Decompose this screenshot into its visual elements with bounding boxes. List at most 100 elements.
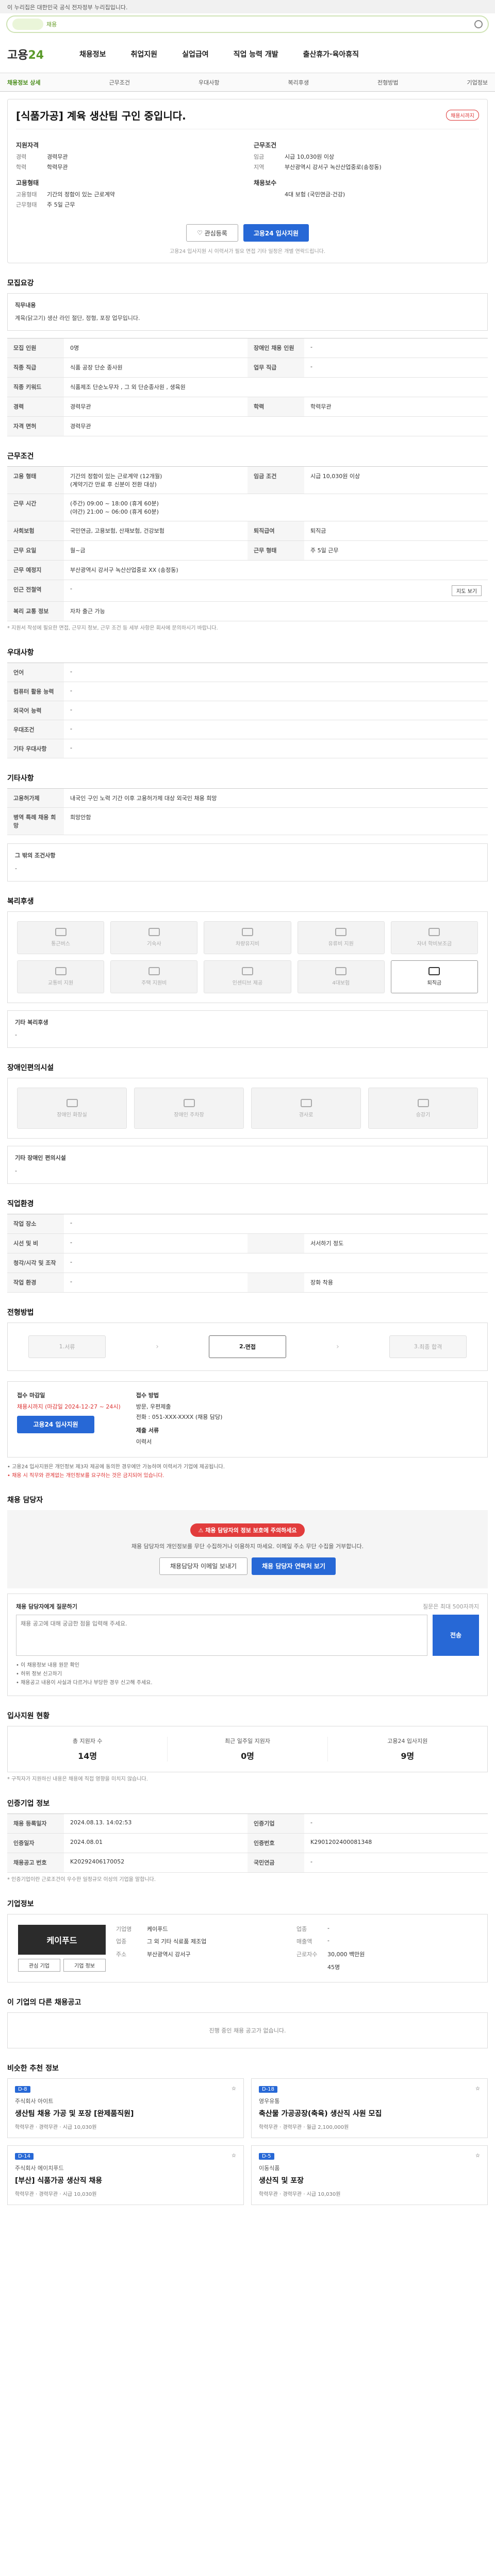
show-contact-button[interactable]: 채용 담당자 연락처 보기: [252, 1557, 336, 1575]
company-info-button[interactable]: 기업 정보: [63, 1958, 106, 1972]
main-nav: 채용정보 취업지원 실업급여 직업 능력 개발 출산휴가·육아휴직: [79, 49, 359, 59]
summary-key: 경력: [16, 154, 27, 160]
summary-key: 학력: [16, 164, 27, 171]
table-cell: 시선 및 비: [7, 1233, 64, 1253]
table-cell: 직종 직급: [7, 358, 64, 378]
search-icon[interactable]: [474, 20, 483, 28]
company-info-cell: -: [327, 1937, 329, 1944]
nav-item[interactable]: 출산휴가·육아휴직: [303, 49, 359, 59]
table-cell: 국민연금: [248, 1853, 304, 1873]
step-label: 최종 합격: [419, 1343, 442, 1350]
recommend-card[interactable]: D-5 ☆ 이동식품 생산직 및 포장 학력무관 · 경력무관 · 시급 10,030원: [251, 2145, 488, 2205]
tab-item[interactable]: 채용정보 상세: [7, 78, 41, 87]
job-card-title[interactable]: 축산물 가공공장(축육) 생산직 사원 모집: [259, 2108, 480, 2119]
docs-label: 제출 서류: [136, 1427, 159, 1434]
disability-item: 경사로: [251, 1088, 361, 1129]
selection-step: 1. 서류: [28, 1335, 106, 1358]
summary-value: 학력무관: [47, 164, 68, 171]
recommend-card[interactable]: D-18 ☆ 영우유통 축산물 가공공장(축육) 생산직 사원 모집 학력무관 · 경력…: [251, 2078, 488, 2138]
table-cell: K20292406170052: [64, 1853, 248, 1873]
recommend-card[interactable]: D-14 ☆ 주식회사 에이치푸드 [부산] 식품가공 생산직 채용 학력무관 · 경력…: [7, 2145, 244, 2205]
qa-input[interactable]: [16, 1614, 427, 1656]
star-icon[interactable]: ☆: [232, 2086, 236, 2093]
star-icon[interactable]: ☆: [475, 2086, 480, 2093]
apply-note: 고용24 입사지원 시 이력서가 필요 면접 기타 일정은 개별 연락드립니다.: [169, 249, 326, 255]
summary-value: 경력무관: [47, 154, 68, 160]
nav-item[interactable]: 취업지원: [131, 49, 158, 59]
apply-info: 접수 마감일 채용시까지 (마감일 2024-12-27 ~ 24시) 고용24…: [7, 1381, 488, 1458]
job-card-title[interactable]: 생산직 및 포장: [259, 2175, 480, 2185]
disability-label: 승강기: [416, 1112, 431, 1118]
apply-button[interactable]: 고용24 입사지원: [243, 224, 309, 242]
stat-title: 총 지원자 수: [72, 1737, 103, 1744]
welfare-item: 4대보험: [297, 960, 385, 993]
welfare-item: 기숙사: [110, 921, 198, 954]
table-cell: -: [304, 338, 488, 359]
star-icon[interactable]: ☆: [475, 2153, 480, 2160]
step-number: 2.: [239, 1343, 245, 1350]
email-contact-button[interactable]: 채용담당자 이메일 보내기: [159, 1557, 248, 1575]
job-summary-card: [식품가공] 계육 생산팀 구인 중입니다. 채용시까지 지원자격 경력 경력무관 학…: [7, 99, 488, 263]
step-label: 서류: [64, 1343, 75, 1350]
method-value: 방문, 우편제출: [136, 1403, 171, 1410]
star-icon[interactable]: ☆: [232, 2153, 236, 2160]
disability-item: 장애인 화장실: [17, 1088, 127, 1129]
table-cell: 인근 전철역: [7, 580, 64, 602]
job-card-title[interactable]: 생산팀 채용 가공 및 포장 [완제품직원]: [15, 2108, 236, 2119]
disability-icon: [66, 1098, 78, 1107]
selection-step: 2. 면접: [208, 1335, 286, 1358]
table-key: 고용허가제: [7, 789, 64, 808]
table-cell: 서서하기 정도: [304, 1234, 488, 1253]
dday-badge: D-5: [259, 2153, 274, 2160]
table-cell: 식품제조 단순노무자 , 그 외 단순종사원 , 생육원: [64, 378, 488, 398]
qa-send-button[interactable]: 전송: [433, 1614, 479, 1656]
deadline-badge: 채용시까지: [446, 110, 479, 121]
search-bar[interactable]: 채용: [6, 15, 489, 33]
table-cell: 2024.08.13. 14:02:53: [64, 1814, 248, 1834]
welfare-icon: [335, 928, 347, 937]
card-top: D-18 ☆: [259, 2086, 480, 2093]
table-cell: 학력무관: [304, 397, 488, 417]
company-name: 영우유통: [259, 2097, 280, 2105]
section-title-company: 기업정보: [7, 1900, 34, 1908]
disability-icon: [417, 1098, 429, 1107]
tab-item[interactable]: 복리후생: [288, 78, 309, 87]
dday-badge: D-18: [259, 2086, 278, 2093]
welfare-label: 유류비 지원: [328, 941, 354, 947]
table-cell: 경력: [7, 397, 64, 417]
favorite-button[interactable]: ♡ 관심등록: [186, 224, 238, 242]
table-cell: 근무 시간: [7, 494, 64, 522]
company-info-cell: [147, 1963, 296, 1972]
welfare-icon: [148, 967, 160, 976]
nav-item[interactable]: 직업 능력 개발: [234, 49, 278, 59]
company-fav-button[interactable]: 관심 기업: [18, 1958, 60, 1972]
company-info-cell: 30,000 백만원: [327, 1951, 365, 1958]
job-card-title[interactable]: [부산] 식품가공 생산직 채용: [15, 2175, 236, 2185]
recommend-card[interactable]: D-8 ☆ 주식회사 아이트 생산팀 채용 가공 및 포장 [완제품직원] 학력무관 ·…: [7, 2078, 244, 2138]
tab-item[interactable]: 근무조건: [109, 78, 130, 87]
job-card-meta: 학력무관 · 경력무관 · 시급 10,030원: [259, 2191, 341, 2197]
welfare-icon: [241, 928, 253, 937]
tab-item[interactable]: 우대사항: [199, 78, 219, 87]
table-cell: 청각/시각 및 조작: [7, 1253, 64, 1273]
section-title-reg: 인증기업 정보: [7, 1799, 50, 1808]
disability-grid: 장애인 화장실 장애인 주차장 경사로 승강기: [7, 1078, 488, 1139]
apply-button-2[interactable]: 고용24 입사지원: [17, 1415, 94, 1433]
map-button[interactable]: 지도 보기: [452, 585, 482, 597]
tab-item[interactable]: 전형방법: [377, 78, 398, 87]
disability-icon: [300, 1098, 312, 1107]
stat-number: 0명: [241, 1751, 254, 1761]
nav-item[interactable]: 실업급여: [182, 49, 209, 59]
stat-title: 최근 일주일 지원자: [225, 1737, 270, 1744]
summary-key: 고용형태: [16, 191, 37, 198]
nav-item[interactable]: 채용정보: [79, 49, 106, 59]
tab-item[interactable]: 기업정보: [467, 78, 488, 87]
section-title-pref: 우대사항: [7, 649, 34, 657]
qa-limit: 질문은 최대 500자까지: [423, 1603, 479, 1610]
site-logo[interactable]: 고용24: [7, 46, 69, 62]
section-title-stats: 입사지원 현황: [7, 1711, 50, 1720]
welfare-icon: [241, 967, 253, 976]
dday-badge: D-14: [15, 2153, 34, 2160]
welfare-icon: [428, 928, 440, 937]
stat-number: 14명: [78, 1751, 97, 1761]
